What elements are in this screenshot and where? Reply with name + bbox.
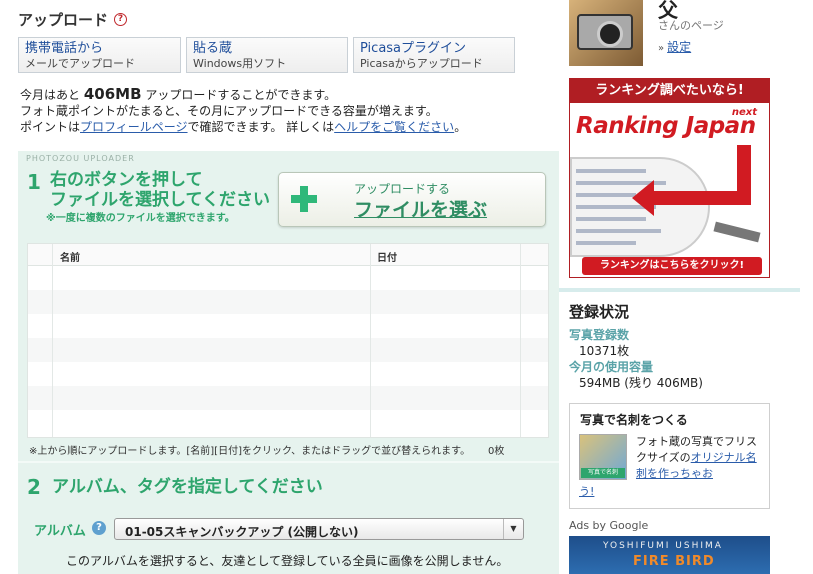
info-points-mid: で確認できます。 詳しくは: [187, 120, 335, 134]
double-chevron-right-icon: »: [658, 43, 665, 54]
select-file-button[interactable]: アップロードする ファイルを選ぶ: [278, 172, 546, 227]
photo-count-value: 10371枚: [579, 344, 630, 358]
info-remaining-pre: 今月はあと: [20, 88, 81, 102]
step-1-line-2: ファイルを選択してください: [50, 190, 270, 210]
ranking-japan-banner[interactable]: ランキング調べたいなら! Ranking Japan next ランキングはこち…: [569, 78, 770, 278]
multi-select-note: ※一度に複数のファイルを選択できます。: [46, 213, 235, 224]
ad-image[interactable]: YOSHIFUMI USHIMA FIRE BIRD: [569, 536, 770, 574]
help-link[interactable]: ヘルプをご覧ください: [334, 120, 454, 134]
plus-icon: [291, 186, 317, 212]
page-title: アップロード: [18, 10, 109, 29]
status-title: 登録状況: [569, 303, 630, 321]
photo-count-label: 写真登録数: [569, 328, 630, 342]
tab-harukura-label: 貼る蔵: [193, 41, 233, 56]
banner-cta: ランキングはこちらをクリック!: [582, 257, 762, 275]
tab-mobile-sub: メールでアップロード: [25, 57, 135, 70]
file-table-header: 名前 日付: [28, 244, 548, 266]
column-header-name[interactable]: 名前: [60, 249, 80, 264]
column-divider: [52, 244, 53, 437]
profile-thumbnail[interactable]: [569, 0, 643, 66]
photozou-uploader: PHOTOZOU UPLOADER 1 右のボタンを押して ファイルを選択してく…: [18, 151, 559, 574]
usage-value: 594MB (残り 406MB): [579, 376, 703, 390]
banner-logo: Ranking Japan: [576, 113, 756, 139]
business-card-title: 写真で名刺をつくる: [580, 413, 688, 427]
settings-row: » 設定: [658, 38, 691, 55]
profile-page-link[interactable]: プロフィールページ: [80, 120, 188, 134]
info-points-pre: ポイントは: [20, 120, 81, 134]
chevron-down-icon: ▼: [503, 519, 523, 539]
info-line-1: 今月はあと 406MB アップロードすることができます。: [20, 86, 550, 103]
column-divider: [520, 244, 521, 437]
title-row: アップロード ?: [18, 8, 128, 30]
user-page-label: さんのページ: [658, 19, 724, 32]
step-1-instructions: 右のボタンを押して ファイルを選択してください: [50, 170, 290, 210]
usage-label: 今月の使用容量: [569, 360, 654, 374]
column-divider: [370, 244, 371, 437]
file-count: 0枚: [488, 446, 505, 457]
screen-line: [576, 169, 646, 173]
tab-picasa-plugin[interactable]: Picasaプラグイン Picasaからアップロード: [353, 37, 515, 73]
step-1-number: 1: [27, 170, 41, 194]
business-card-text: フォト蔵の写真でフリスクサイズのオリジナル名刺を作っちゃお: [636, 434, 766, 482]
info-remaining-post: アップロードすることができます。: [145, 88, 337, 102]
column-header-date[interactable]: 日付: [377, 249, 397, 264]
table-row: [28, 338, 548, 362]
step-2-section: 2 アルバム、タグを指定してください アルバム ? 01-05スキャンバックアッ…: [18, 461, 559, 574]
album-label: アルバム: [34, 524, 86, 539]
camera-icon: [577, 14, 633, 50]
tab-harukura[interactable]: 貼る蔵 Windows用ソフト: [186, 37, 348, 73]
business-card-tag: 写真で名刺: [581, 468, 625, 478]
tab-mobile-label: 携帯電話から: [25, 41, 104, 56]
arrow-left-icon: [632, 180, 654, 216]
banner-headline: ランキング調べたいなら!: [570, 79, 769, 103]
info-line-2: フォト蔵ポイントがたまると、その月にアップロードできる容量が増えます。: [20, 104, 438, 118]
info-line-3: ポイントはプロフィールページで確認できます。 詳しくはヘルプをご覧ください。: [20, 119, 550, 135]
step-2-number: 2: [27, 475, 41, 499]
business-card-image[interactable]: 写真で名刺: [579, 434, 627, 480]
album-select[interactable]: 01-05スキャンバックアップ (公開しない) ▼: [114, 518, 524, 540]
uploader-label: PHOTOZOU UPLOADER: [26, 154, 135, 163]
screen-line: [576, 193, 636, 197]
business-card-promo: 写真で名刺をつくる 写真で名刺 フォト蔵の写真でフリスクサイズのオリジナル名刺を…: [569, 403, 770, 509]
screen-line: [576, 241, 636, 245]
arrow-shaft-horizontal: [650, 191, 751, 205]
business-card-text-end: う!: [579, 484, 594, 500]
select-file-label: ファイルを選ぶ: [354, 199, 488, 221]
sidebar-divider: [559, 288, 800, 292]
remaining-capacity: 406MB: [83, 85, 142, 103]
tab-mobile-upload[interactable]: 携帯電話から メールでアップロード: [18, 37, 181, 73]
ads-by-google-label: Ads by Google: [569, 519, 649, 532]
help-icon[interactable]: ?: [114, 12, 128, 26]
info-points-post: 。: [454, 120, 467, 134]
table-row: [28, 386, 548, 410]
screen-line: [576, 217, 646, 221]
album-help-icon[interactable]: ?: [92, 521, 106, 535]
tab-harukura-sub: Windows用ソフト: [193, 57, 287, 70]
step-1-line-1: 右のボタンを押して: [50, 170, 203, 190]
cable-plug-icon: [713, 221, 761, 243]
table-row: [28, 290, 548, 314]
upload-info: 今月はあと 406MB アップロードすることができます。 フォト蔵ポイントがたま…: [20, 86, 550, 135]
ad-text-artist: YOSHIFUMI USHIMA: [603, 541, 723, 551]
file-list-table[interactable]: 名前 日付: [27, 243, 549, 438]
ad-text-title: FIRE BIRD: [633, 554, 715, 569]
album-privacy-note: このアルバムを選択すると、友達として登録している全員に画像を公開しません。: [66, 554, 509, 568]
step-2-instructions: アルバム、タグを指定してください: [52, 477, 323, 497]
screen-line: [576, 229, 661, 233]
business-card-link-end[interactable]: う!: [579, 485, 594, 498]
settings-link[interactable]: 設定: [667, 40, 691, 54]
main-content: アップロード ? 携帯電話から メールでアップロード 貼る蔵 Windows用ソ…: [0, 0, 560, 574]
banner-next: next: [731, 107, 757, 118]
album-select-value: 01-05スキャンバックアップ (公開しない): [125, 525, 359, 539]
upload-order-note: ※上から順にアップロードします。[名前][日付]をクリック、またはドラッグで並び…: [29, 446, 471, 457]
tab-picasa-sub: Picasaからアップロード: [360, 57, 483, 70]
tab-picasa-label: Picasaプラグイン: [360, 41, 467, 56]
